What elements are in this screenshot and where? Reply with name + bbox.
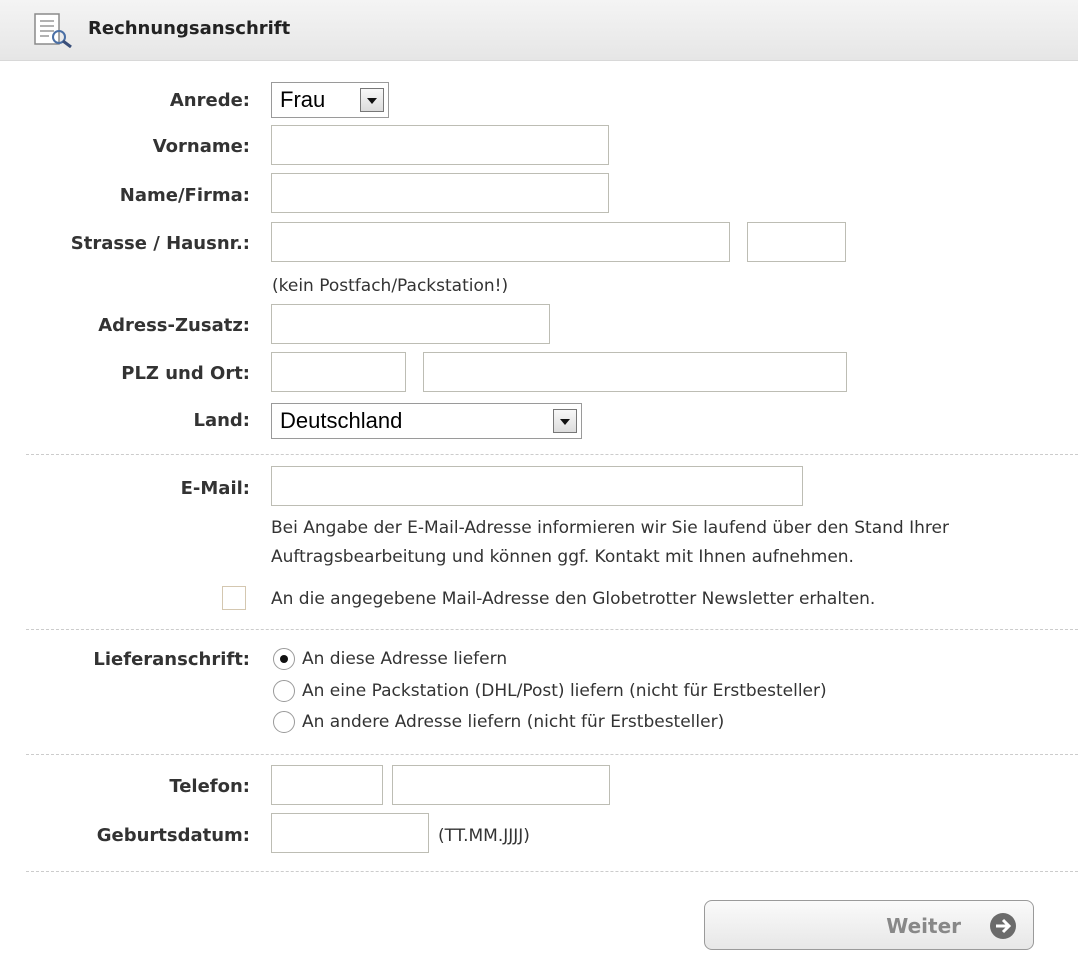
document-search-icon <box>33 12 75 52</box>
salutation-value: Frau <box>280 87 326 112</box>
panel-header: Rechnungsanschrift <box>0 0 1078 61</box>
billing-address-panel: Rechnungsanschrift Anrede: Frau Vorname:… <box>0 0 1078 965</box>
email-info-line-2: Auftragsbearbeitung und können ggf. Kont… <box>271 547 854 567</box>
delivery-option-packstation-radio[interactable] <box>273 680 295 702</box>
phone-prefix-input[interactable] <box>271 765 383 805</box>
house-number-input[interactable] <box>747 222 846 262</box>
country-value: Deutschland <box>280 408 403 433</box>
salutation-select[interactable]: Frau <box>271 82 389 118</box>
newsletter-label: An die angegebene Mail-Adresse den Globe… <box>271 589 876 609</box>
address-extra-input[interactable] <box>271 304 550 344</box>
first-name-label: Vorname: <box>152 136 250 157</box>
delivery-option-other-label[interactable]: An andere Adresse liefern (nicht für Ers… <box>302 712 724 732</box>
delivery-option-same-label[interactable]: An diese Adresse liefern <box>302 649 507 669</box>
street-hint: (kein Postfach/Packstation!) <box>272 276 509 296</box>
divider <box>26 754 1078 755</box>
street-input[interactable] <box>271 222 730 262</box>
divider <box>26 629 1078 630</box>
delivery-option-same-radio[interactable] <box>273 648 295 670</box>
email-label: E-Mail: <box>180 478 250 499</box>
birthdate-label: Geburtsdatum: <box>96 825 250 846</box>
phone-number-input[interactable] <box>392 765 610 805</box>
phone-label: Telefon: <box>169 776 250 797</box>
last-name-input[interactable] <box>271 173 609 213</box>
last-name-label: Name/Firma: <box>119 185 250 206</box>
zip-city-label: PLZ und Ort: <box>121 363 250 384</box>
delivery-option-packstation-label[interactable]: An eine Packstation (DHL/Post) liefern (… <box>302 681 827 701</box>
country-select[interactable]: Deutschland <box>271 403 582 439</box>
salutation-label: Anrede: <box>169 90 250 111</box>
continue-button-label: Weiter <box>886 914 961 938</box>
chevron-down-icon[interactable] <box>360 88 384 112</box>
street-label: Strasse / Hausnr.: <box>70 233 250 254</box>
email-input[interactable] <box>271 466 803 506</box>
chevron-down-icon[interactable] <box>553 409 577 433</box>
newsletter-checkbox[interactable] <box>222 586 246 610</box>
email-info-line-1: Bei Angabe der E-Mail-Adresse informiere… <box>271 518 949 538</box>
delivery-option-other-radio[interactable] <box>273 711 295 733</box>
birthdate-input[interactable] <box>271 813 429 853</box>
address-extra-label: Adress-Zusatz: <box>98 315 250 336</box>
zip-input[interactable] <box>271 352 406 392</box>
birthdate-format-hint: (TT.MM.JJJJ) <box>438 826 530 846</box>
country-label: Land: <box>193 410 250 431</box>
delivery-address-label: Lieferanschrift: <box>93 649 250 670</box>
arrow-right-circle-icon <box>989 912 1017 944</box>
continue-button[interactable]: Weiter <box>704 900 1034 950</box>
panel-title: Rechnungsanschrift <box>88 18 291 39</box>
city-input[interactable] <box>423 352 847 392</box>
first-name-input[interactable] <box>271 125 609 165</box>
divider <box>26 871 1078 872</box>
divider <box>26 454 1078 455</box>
